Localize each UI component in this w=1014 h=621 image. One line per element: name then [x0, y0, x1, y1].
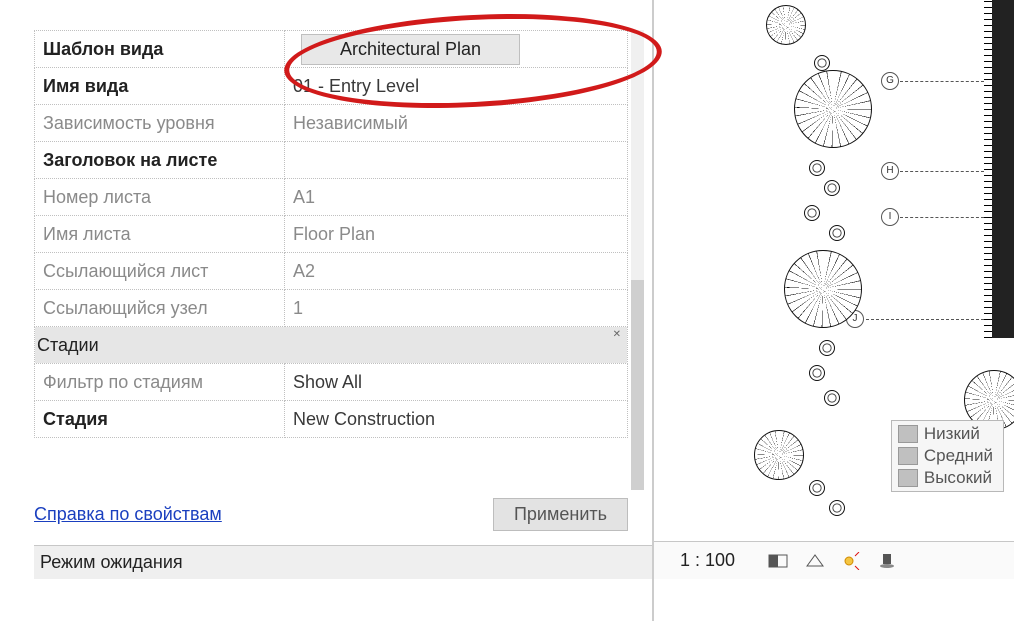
visual-style-icon[interactable] — [800, 549, 830, 573]
property-row[interactable]: Заголовок на листе — [35, 142, 628, 179]
shrub — [809, 365, 825, 381]
property-row[interactable]: Шаблон вида Architectural Plan — [35, 31, 628, 68]
shrub — [829, 225, 845, 241]
property-label: Ссылающийся лист — [35, 253, 285, 290]
property-value[interactable]: 01 - Entry Level — [285, 68, 628, 105]
properties-panel: Шаблон видаArchitectural PlanИмя вида01 … — [34, 30, 628, 579]
property-row[interactable]: Номер листаA1 — [35, 179, 628, 216]
apply-button[interactable]: Применить — [493, 498, 628, 531]
property-row[interactable]: Имя листаFloor Plan — [35, 216, 628, 253]
shrub — [804, 205, 820, 221]
property-label: Заголовок на листе — [35, 142, 285, 179]
property-label: Ссылающийся узел — [35, 290, 285, 327]
property-value[interactable]: New Construction — [285, 401, 628, 438]
view-scale[interactable]: 1 : 100 — [654, 546, 761, 575]
property-label: Имя листа — [35, 216, 285, 253]
group-header-phasing[interactable]: Стадии ✕ — [35, 327, 628, 364]
grid-line — [866, 319, 984, 320]
property-label: Стадия — [35, 401, 285, 438]
property-label: Имя вида — [35, 68, 285, 105]
shrub — [819, 340, 835, 356]
wall-hatch — [984, 0, 992, 338]
property-value[interactable]: Floor Plan — [285, 216, 628, 253]
shrub — [829, 500, 845, 516]
properties-help-link[interactable]: Справка по свойствам — [34, 504, 222, 525]
shadows-icon[interactable] — [872, 549, 902, 573]
property-label: Шаблон вида — [35, 31, 285, 68]
drawing-viewport[interactable]: G H I J Низкий Средний Высокий 1 — [652, 0, 1014, 621]
properties-table: Шаблон видаArchitectural PlanИмя вида01 … — [34, 30, 628, 438]
view-template-button[interactable]: Architectural Plan — [301, 34, 520, 65]
collapse-icon[interactable]: ✕ — [613, 329, 621, 340]
menu-item-label: Высокий — [924, 468, 992, 488]
detail-level-option[interactable]: Низкий — [894, 423, 997, 445]
shrub — [814, 55, 830, 71]
property-value[interactable]: A2 — [285, 253, 628, 290]
tree — [754, 430, 804, 480]
detail-level-option[interactable]: Средний — [894, 445, 997, 467]
sun-path-icon[interactable] — [836, 549, 866, 573]
property-row[interactable]: Ссылающийся узел1 — [35, 290, 628, 327]
property-label: Номер листа — [35, 179, 285, 216]
tree — [766, 5, 806, 45]
wall — [992, 0, 1014, 338]
property-value[interactable]: Architectural Plan — [285, 31, 628, 68]
grid-bubble-I: I — [881, 208, 899, 226]
status-bar: Режим ожидания — [34, 545, 735, 579]
tree — [784, 250, 862, 328]
detail-level-icon[interactable] — [764, 549, 794, 573]
grid-line — [900, 217, 984, 218]
property-value[interactable]: A1 — [285, 179, 628, 216]
grid-bubble-G: G — [881, 72, 899, 90]
properties-scrollbar[interactable] — [631, 30, 644, 490]
property-label: Зависимость уровня — [35, 105, 285, 142]
group-header-label: Стадии — [37, 335, 99, 355]
property-label: Фильтр по стадиям — [35, 364, 285, 401]
detail-level-menu: Низкий Средний Высокий — [891, 420, 1004, 492]
grid-bubble-H: H — [881, 162, 899, 180]
shrub — [809, 160, 825, 176]
tree — [794, 70, 872, 148]
property-row[interactable]: Зависимость уровняНезависимый — [35, 105, 628, 142]
menu-item-label: Низкий — [924, 424, 980, 444]
shrub — [809, 480, 825, 496]
property-value[interactable]: 1 — [285, 290, 628, 327]
property-value[interactable]: Независимый — [285, 105, 628, 142]
shrub — [824, 390, 840, 406]
property-row[interactable]: Ссылающийся листA2 — [35, 253, 628, 290]
detail-level-option[interactable]: Высокий — [894, 467, 997, 489]
drawing-canvas[interactable]: G H I J Низкий Средний Высокий — [654, 0, 1014, 560]
property-row[interactable]: СтадияNew Construction — [35, 401, 628, 438]
menu-item-label: Средний — [924, 446, 993, 466]
status-text: Режим ожидания — [40, 552, 183, 572]
shrub — [824, 180, 840, 196]
property-row[interactable]: Имя вида01 - Entry Level — [35, 68, 628, 105]
view-control-bar: 1 : 100 — [654, 541, 1014, 579]
property-value[interactable] — [285, 142, 628, 179]
grid-line — [900, 81, 984, 82]
property-value[interactable]: Show All — [285, 364, 628, 401]
property-row[interactable]: Фильтр по стадиямShow All — [35, 364, 628, 401]
grid-line — [900, 171, 984, 172]
